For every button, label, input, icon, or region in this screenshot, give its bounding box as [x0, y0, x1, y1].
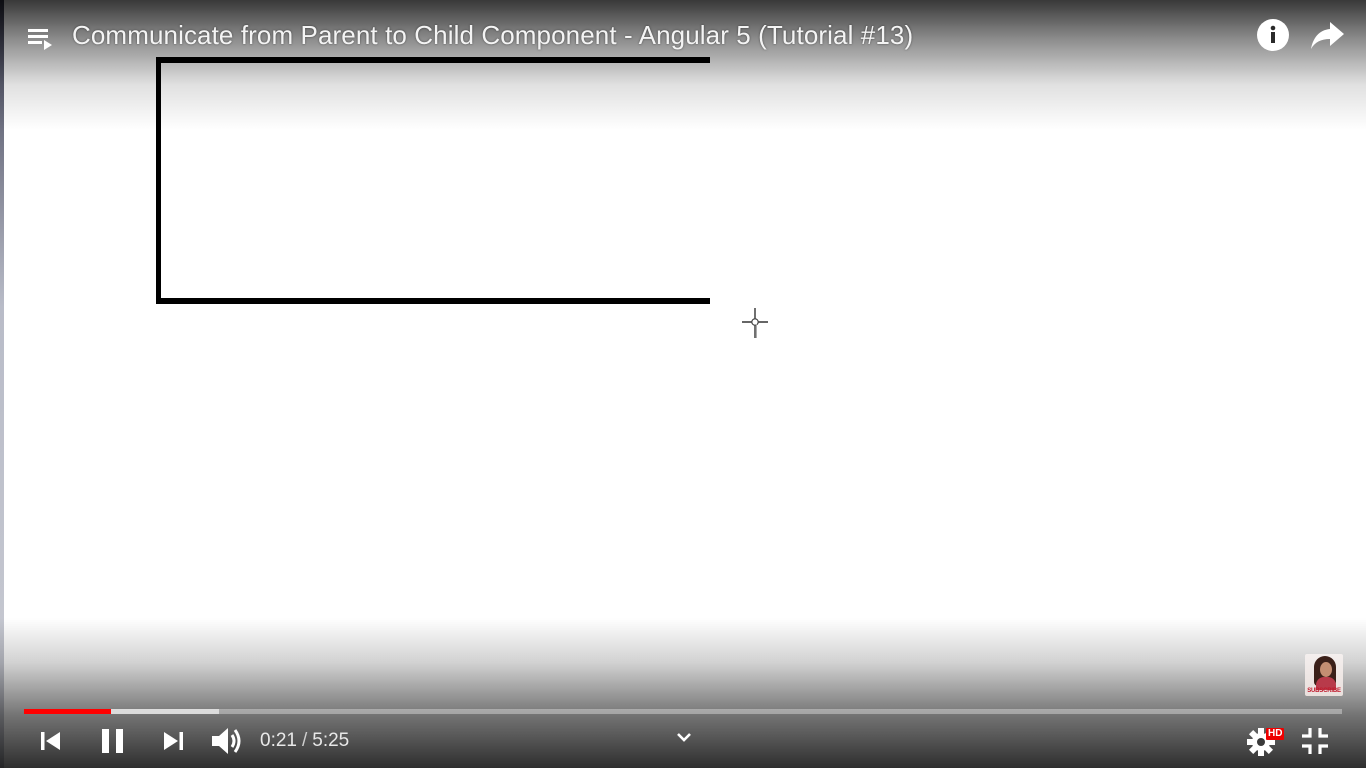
pause-icon [102, 729, 123, 753]
hd-badge: HD [1266, 728, 1285, 740]
previous-icon [41, 732, 60, 750]
expand-chevron-button[interactable] [672, 726, 696, 748]
info-icon [1257, 19, 1289, 51]
current-time: 0:21 [260, 730, 297, 751]
progress-played [24, 709, 111, 714]
previous-button[interactable] [36, 727, 66, 755]
avatar-face [1320, 662, 1332, 677]
duration: 5:25 [312, 730, 350, 751]
volume-button[interactable] [208, 723, 246, 759]
video-title[interactable]: Communicate from Parent to Child Compone… [72, 18, 913, 52]
volume-icon [212, 728, 241, 754]
settings-button[interactable]: HD [1244, 724, 1285, 758]
time-display: 0:21/5:25 [260, 729, 349, 753]
channel-branding-watermark[interactable]: SUBSCRIBE [1305, 654, 1343, 696]
progress-bar[interactable] [24, 709, 1342, 714]
exit-fullscreen-button[interactable] [1300, 726, 1330, 756]
pause-button[interactable] [96, 724, 130, 758]
crosshair-cursor-icon [742, 308, 768, 338]
playlist-icon [28, 29, 52, 50]
share-button[interactable] [1310, 18, 1346, 52]
playlist-button[interactable] [26, 22, 58, 54]
next-button[interactable] [158, 727, 188, 755]
time-separator: / [301, 730, 308, 751]
info-button[interactable] [1256, 18, 1290, 52]
share-icon [1311, 22, 1344, 49]
top-bar: Communicate from Parent to Child Compone… [0, 0, 1366, 70]
video-player: Communicate from Parent to Child Compone… [0, 0, 1366, 768]
branding-label: SUBSCRIBE [1307, 688, 1341, 694]
progress-track [24, 709, 1342, 714]
whiteboard-drawn-rectangle [156, 57, 710, 304]
exit-fullscreen-icon [1302, 728, 1328, 754]
next-icon [164, 732, 183, 750]
chevron-down-icon [677, 733, 691, 742]
